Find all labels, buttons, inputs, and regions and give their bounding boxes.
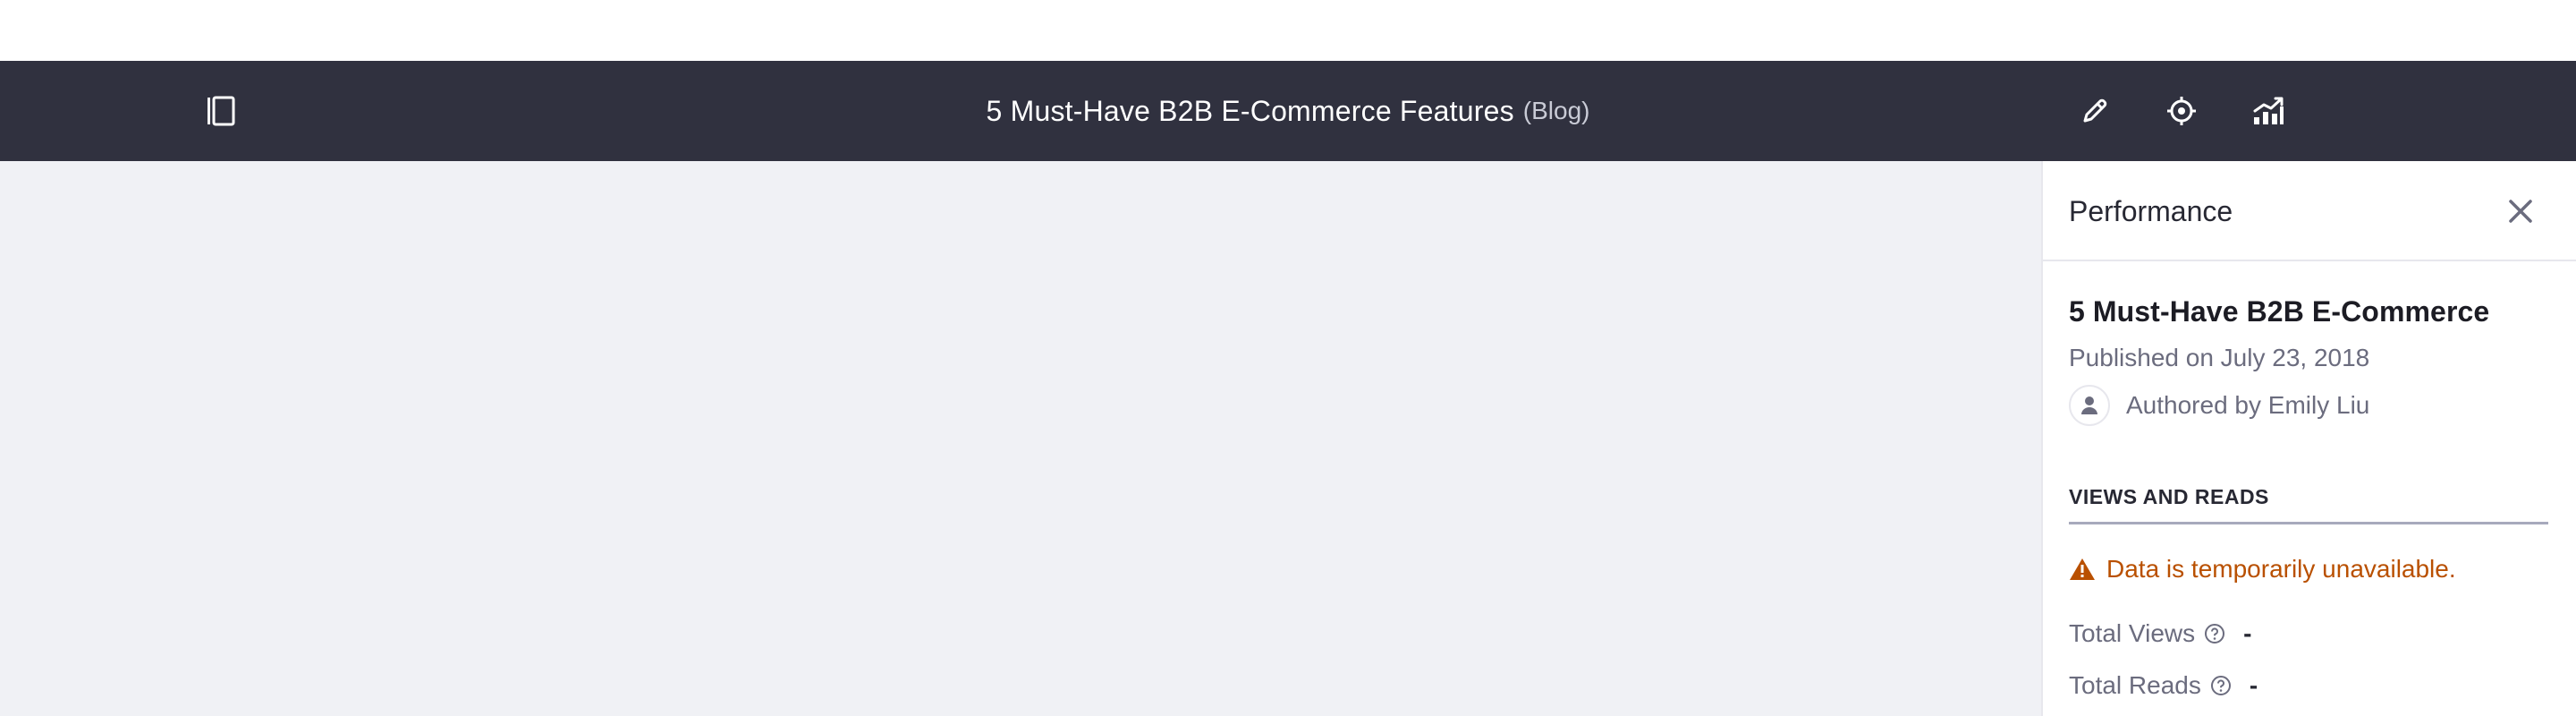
- performance-panel: Performance 5 Must-Have B2B E-Commerce P…: [2041, 161, 2576, 716]
- close-button[interactable]: [2503, 193, 2538, 229]
- user-icon: [2081, 396, 2097, 414]
- data-unavailable-alert: Data is temporarily unavailable.: [2069, 555, 2456, 584]
- sidebar-toggle-button[interactable]: [202, 93, 238, 129]
- author-row: Authored by Emily Liu: [2069, 385, 2369, 426]
- sidebar-toggle-icon: [208, 96, 235, 126]
- total-reads-metric: Total Reads -: [2069, 671, 2258, 700]
- edit-button[interactable]: [2075, 91, 2114, 131]
- author-name: Authored by Emily Liu: [2126, 391, 2370, 419]
- avatar: [2069, 385, 2110, 426]
- page-canvas: [0, 161, 2041, 716]
- article-title: 5 Must-Have B2B E-Commerce: [2069, 295, 2490, 328]
- total-reads-value: -: [2249, 671, 2258, 699]
- page-type-label: (Blog): [1522, 97, 1590, 124]
- performance-chart-icon: [2253, 97, 2284, 124]
- warning-text: Data is temporarily unavailable.: [2106, 555, 2456, 583]
- simulation-button[interactable]: [2162, 91, 2201, 131]
- views-reads-heading: VIEWS AND READS: [2069, 485, 2548, 524]
- close-icon: [2509, 200, 2532, 223]
- total-views-label: Total Views: [2069, 619, 2196, 647]
- warning-icon: [2069, 557, 2096, 582]
- help-icon[interactable]: [2210, 675, 2232, 696]
- performance-button[interactable]: [2249, 91, 2288, 131]
- total-views-value: -: [2243, 619, 2252, 647]
- page-title: 5 Must-Have B2B E-Commerce Features: [986, 94, 1514, 127]
- panel-title: Performance: [2069, 195, 2233, 227]
- target-icon: [2167, 97, 2196, 125]
- total-views-metric: Total Views -: [2069, 619, 2251, 648]
- control-menu: 5 Must-Have B2B E-Commerce Features (Blo…: [0, 61, 2576, 161]
- panel-header: Performance: [2043, 161, 2576, 261]
- published-date: Published on July 23, 2018: [2069, 344, 2370, 371]
- pencil-icon: [2083, 98, 2107, 123]
- top-spacer: [0, 0, 2576, 61]
- total-reads-label: Total Reads: [2069, 671, 2201, 699]
- help-icon[interactable]: [2204, 623, 2225, 644]
